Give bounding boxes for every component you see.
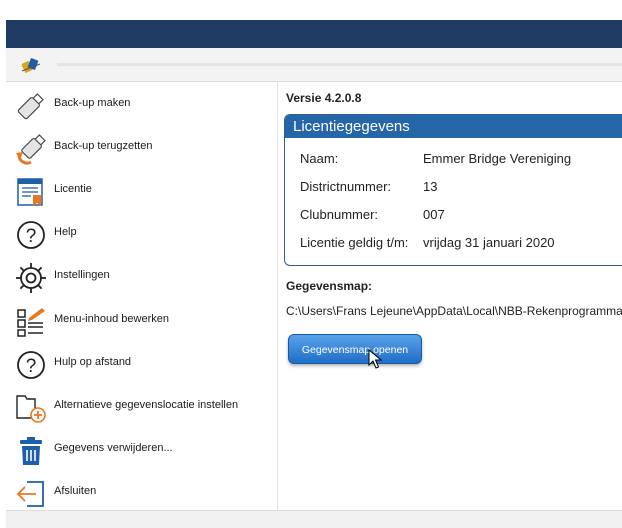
- usb-drive-icon: [17, 93, 44, 120]
- sidebar: Back-up maken Back-up terugzetten Licent…: [6, 82, 278, 510]
- toolbar: [6, 48, 622, 82]
- sidebar-item-alternatieve-gegevenslocatie[interactable]: Alternatieve gegevenslocatie instellen: [6, 385, 277, 427]
- license-value-geldig: vrijdag 31 januari 2020: [423, 235, 555, 250]
- remote-help-icon: ?: [17, 351, 45, 379]
- license-label-clubnummer: Clubnummer:: [300, 207, 379, 222]
- status-bar: [6, 510, 622, 528]
- sidebar-item-label: Menu-inhoud bewerken: [54, 313, 169, 325]
- bridge-cards-icon[interactable]: [20, 56, 42, 74]
- trash-icon: [20, 437, 42, 465]
- sidebar-item-label: Instellingen: [54, 269, 110, 281]
- license-value-clubnummer: 007: [423, 207, 445, 222]
- sidebar-item-licentie[interactable]: Licentie: [6, 169, 277, 211]
- sidebar-item-label: Licentie: [54, 183, 92, 195]
- sidebar-item-label: Back-up terugzetten: [54, 140, 153, 152]
- license-label-naam: Naam:: [300, 151, 339, 166]
- sidebar-item-instellingen[interactable]: Instellingen: [6, 255, 277, 297]
- exit-icon: [16, 481, 44, 507]
- license-value-districtnummer: 13: [423, 179, 438, 194]
- sidebar-item-label: Help: [54, 226, 77, 238]
- sidebar-item-help[interactable]: ? Help: [6, 212, 277, 254]
- sidebar-item-menu-inhoud-bewerken[interactable]: Menu-inhoud bewerken: [6, 299, 277, 341]
- svg-text:?: ?: [26, 356, 37, 377]
- sidebar-item-label: Hulp op afstand: [54, 356, 132, 368]
- sidebar-item-gegevens-verwijderen[interactable]: Gegevens verwijderen...: [6, 428, 277, 470]
- sidebar-item-label: Alternatieve gegevenslocatie instellen: [54, 399, 239, 411]
- folder-add-icon: [16, 395, 46, 423]
- mouse-cursor-icon: [368, 349, 382, 369]
- sidebar-item-backup-terugzetten[interactable]: Back-up terugzetten: [6, 126, 277, 168]
- license-certificate-icon: [17, 178, 43, 206]
- license-label-geldig: Licentie geldig t/m:: [300, 235, 409, 250]
- sidebar-item-label: Gegevens verwijderen...: [54, 442, 173, 454]
- version-label: Versie 4.2.0.8: [286, 91, 362, 105]
- svg-text:?: ?: [26, 226, 37, 247]
- gear-icon: [16, 263, 46, 293]
- sidebar-item-backup-maken[interactable]: Back-up maken: [6, 83, 277, 125]
- license-value-naam: Emmer Bridge Vereniging: [423, 151, 572, 166]
- license-label-districtnummer: Districtnummer:: [300, 179, 392, 194]
- data-folder-heading: Gegevensmap:: [286, 279, 373, 293]
- window-titlebar: [6, 20, 622, 48]
- sidebar-item-label: Back-up maken: [54, 97, 131, 109]
- license-box: Licentiegegevens Naam: Emmer Bridge Vere…: [284, 114, 622, 266]
- sidebar-item-hulp-op-afstand[interactable]: ? Hulp op afstand: [6, 342, 277, 384]
- open-data-folder-button[interactable]: Gegevensmap openen: [288, 334, 422, 364]
- data-folder-path: C:\Users\Frans Lejeune\AppData\Local\NBB…: [286, 304, 622, 318]
- main-panel: Versie 4.2.0.8 Licentiegegevens Naam: Em…: [278, 82, 622, 510]
- edit-menu-icon: [17, 308, 45, 337]
- usb-drive-restore-icon: [16, 134, 46, 165]
- toolbar-strip: [57, 63, 622, 66]
- screen-top-strip: [0, 0, 622, 20]
- license-box-title: Licentiegegevens: [285, 115, 622, 138]
- sidebar-item-label: Afsluiten: [54, 485, 97, 497]
- sidebar-item-afsluiten[interactable]: Afsluiten: [6, 471, 277, 513]
- help-icon: ?: [17, 221, 45, 249]
